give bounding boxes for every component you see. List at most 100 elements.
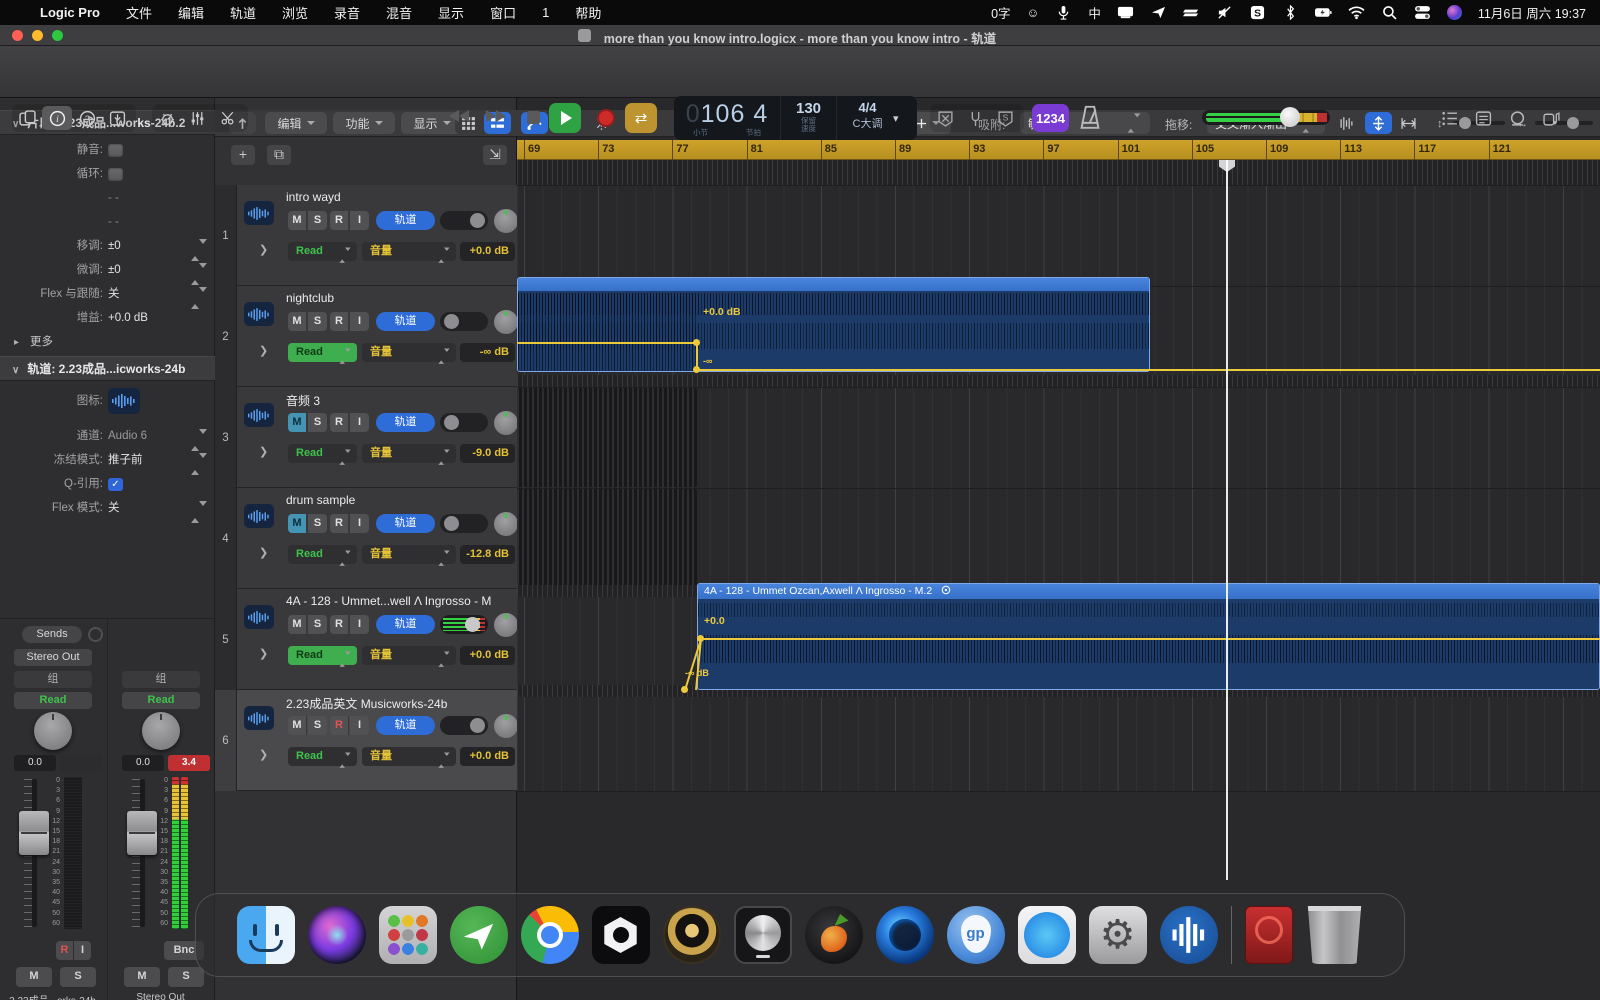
forward-button[interactable] [486,110,506,122]
track-db-value[interactable]: +0.0 dB [460,646,515,665]
dock-finder-icon[interactable] [237,906,295,964]
track-pan-knob[interactable] [494,310,518,334]
track-automation-mode[interactable]: Read [288,747,357,766]
battery-icon[interactable] [1315,5,1332,20]
track-automation-target[interactable]: 轨道 [376,514,435,533]
track-freeze-slider[interactable] [440,514,488,533]
track-mute-button[interactable]: M [288,211,307,230]
more-row[interactable]: ▸更多 [0,331,215,354]
clock[interactable]: 11月6日 周六 19:37 [1478,3,1586,22]
track-pan-knob[interactable] [494,209,518,233]
track-mute-button[interactable]: M [288,312,307,331]
stack-icon[interactable] [1183,5,1200,20]
track-pan-knob[interactable] [494,613,518,637]
track-name[interactable]: 4A - 128 - Ummet...well Λ Ingrosso - M [286,594,512,608]
toolbar-toggle-icon[interactable] [102,106,132,130]
track-mute-button[interactable]: M [288,716,307,735]
dock-chrome-icon[interactable] [521,906,579,964]
master-mute-icon[interactable] [930,106,960,130]
automation-line[interactable] [696,369,1600,371]
track-row[interactable]: 6 2.23成品英文 Musicworks-24b M S R I 轨道 ❯ R… [215,690,517,791]
dock-gold-plugin-icon[interactable] [663,906,721,964]
track-input-button[interactable]: I [350,615,369,634]
disclosure-chevron-icon[interactable]: ❯ [259,344,268,357]
dock-studio-one-icon[interactable] [876,906,934,964]
menu-file[interactable]: 文件 [126,3,152,22]
smart-controls-icon[interactable] [152,106,182,130]
ruler-bar-label[interactable]: 77 [672,140,688,160]
add-track-button[interactable]: + [231,145,255,165]
track-solo-button[interactable]: S [308,514,327,533]
loop-browser-icon[interactable] [1502,106,1532,130]
track-input-button[interactable]: I [350,211,369,230]
s-app-icon[interactable]: S [1249,5,1266,20]
tuner-icon[interactable] [960,106,990,130]
count-in-button[interactable]: 1234 [1032,104,1069,132]
edit-menu-button[interactable]: 编辑 [265,112,327,134]
automation-line[interactable] [517,342,697,344]
track-db-value[interactable]: +0.0 dB [460,747,515,766]
track-number[interactable]: 3 [215,387,237,488]
master-volume-slider[interactable] [1202,110,1330,125]
track-number[interactable]: 4 [215,488,237,589]
track-automation-param[interactable]: 音量 [362,343,456,362]
dock-settings-icon[interactable]: ⚙ [1089,906,1147,964]
automation-node[interactable] [697,635,704,642]
library-icon[interactable] [12,106,42,130]
track-input-button[interactable]: I [350,514,369,533]
menu-1[interactable]: 1 [542,5,549,20]
mixer-icon[interactable] [182,106,212,130]
track-freeze-slider[interactable] [440,211,488,230]
track-automation-mode[interactable]: Read [288,444,357,463]
track-row[interactable]: 1 intro wayd M S R I 轨道 ❯ Read 音量 +0.0 d… [215,185,517,286]
track-pan-knob[interactable] [494,714,518,738]
track-record-button[interactable]: R [330,615,349,634]
track-row[interactable]: 4 drum sample M S R I 轨道 ❯ Read 音量 -12.8… [215,488,517,589]
pan-value-left[interactable]: 0.0 [14,755,56,771]
track-pan-knob[interactable] [494,411,518,435]
track-automation-target[interactable]: 轨道 [376,211,435,230]
disclosure-chevron-icon[interactable]: ❯ [259,748,268,761]
sends-label[interactable]: Sends [22,626,82,643]
ruler-bar-label[interactable]: 101 [1118,140,1140,160]
track-automation-param[interactable]: 音量 [362,444,456,463]
record-button[interactable] [597,109,615,127]
flex-follow-row[interactable]: Flex 与跟随:关 [0,283,215,306]
vertical-auto-zoom-icon[interactable] [1365,112,1392,134]
track-name[interactable]: intro wayd [286,190,512,204]
track-number[interactable]: 1 [215,185,237,286]
track-list-icon[interactable] [1434,106,1464,130]
peak-value-right[interactable]: 3.4 [168,755,210,771]
track-name[interactable]: 音频 3 [286,392,512,409]
waveform-zoom-icon[interactable] [1333,112,1360,134]
note-pads-icon[interactable] [1468,106,1498,130]
track-number[interactable]: 6 [215,690,237,791]
emoji-icon[interactable]: ☺ [1027,6,1040,20]
track-number[interactable]: 5 [215,589,237,690]
region-header[interactable]: 4A - 128 - Ummet Ozcan,Axwell Λ Ingrosso… [698,584,1599,599]
mic-icon[interactable] [1055,5,1072,20]
ime-status[interactable]: 中 [1088,3,1101,22]
track-inspector-header[interactable]: ∨轨道: 2.23成品...icworks-24b [0,356,215,381]
menu-view[interactable]: 显示 [438,3,464,22]
region-muted-drums[interactable] [517,489,697,588]
track-record-button[interactable]: R [330,716,349,735]
menu-edit[interactable]: 编辑 [178,3,204,22]
wifi-icon[interactable] [1348,5,1365,20]
track-name[interactable]: nightclub [286,291,512,305]
metronome-icon[interactable] [1076,104,1104,132]
display-icon[interactable] [1117,5,1134,20]
track-automation-target[interactable]: 轨道 [376,716,435,735]
menu-window[interactable]: 窗口 [490,3,516,22]
send-knob[interactable] [88,627,103,642]
track-waveform-icon[interactable] [244,504,274,528]
track-db-value[interactable]: -9.0 dB [460,444,515,463]
freeze-mode-row[interactable]: 冻结模式:推子前 [0,449,215,472]
dock-guitar-pro-icon[interactable]: gp [947,906,1005,964]
siri-icon[interactable] [1447,5,1462,20]
track-record-button[interactable]: R [330,211,349,230]
bar-ruler[interactable]: 6973778185899397101105109113117121 [517,140,1600,160]
track-waveform-icon[interactable] [244,302,274,326]
master-solo-icon[interactable]: S [990,106,1020,130]
flex-mode-row[interactable]: Flex 模式:关 [0,497,215,520]
